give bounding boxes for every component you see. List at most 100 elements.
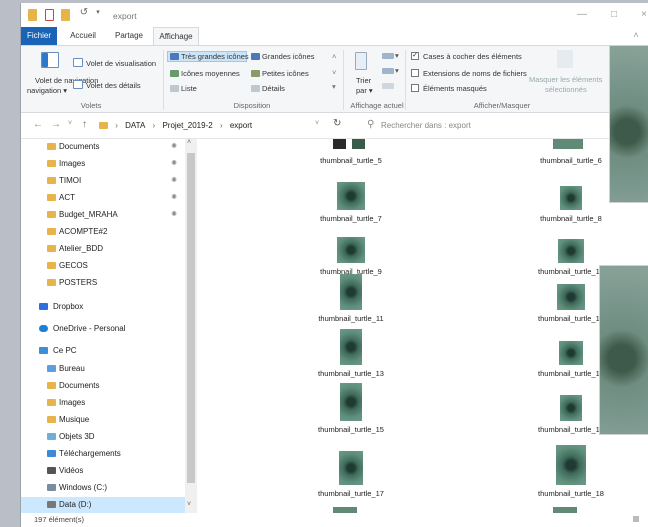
search-input[interactable]: Rechercher dans : export	[381, 121, 471, 130]
thumbnail-image[interactable]	[553, 139, 583, 149]
add-columns-dropdown-icon[interactable]: ▾	[395, 66, 399, 75]
sidebar-item[interactable]: Images	[47, 395, 177, 411]
thumbnail-image[interactable]	[339, 451, 363, 485]
tab-share[interactable]: Partage	[109, 27, 149, 45]
sidebar-item[interactable]: GECOS	[47, 258, 177, 274]
thumbnail-image[interactable]	[557, 284, 585, 310]
pin-icon[interactable]: ✺	[171, 173, 177, 189]
file-name[interactable]: thumbnail_turtle_17	[291, 489, 411, 498]
new-folder-icon[interactable]	[61, 9, 70, 21]
sidebar-item[interactable]: Musique	[47, 412, 177, 428]
file-name[interactable]: thumbnail_turtle_15	[291, 425, 411, 434]
file-name[interactable]: thumbnail_turtle_18	[511, 489, 631, 498]
breadcrumb-item[interactable]: export	[230, 121, 252, 130]
search-box[interactable]: ⚲ Rechercher dans : export	[359, 116, 648, 136]
pin-icon[interactable]: ✺	[171, 207, 177, 223]
sidebar-item[interactable]: POSTERS	[47, 275, 177, 291]
thumbnail-image[interactable]	[333, 139, 365, 149]
sidebar-item[interactable]: ACOMPTE#2	[47, 224, 177, 240]
maximize-icon[interactable]: □	[605, 9, 623, 20]
sidebar-item-dropbox[interactable]: Dropbox	[39, 299, 184, 315]
group-by-icon[interactable]	[382, 53, 394, 59]
sidebar-item[interactable]: Data (D:)	[21, 497, 185, 513]
thumbnail-image[interactable]	[340, 329, 362, 365]
tab-view[interactable]: Affichage	[153, 27, 199, 45]
checkbox-unchecked[interactable]	[411, 69, 419, 77]
tab-home[interactable]: Accueil	[63, 27, 103, 45]
thumbnail-image[interactable]	[340, 383, 362, 421]
thumbnail-image[interactable]	[559, 341, 583, 365]
navigation-pane: Documents ✺ Images ✺ TIMOI ✺ ACT ✺ Budget_MRAHA ✺…	[21, 139, 199, 513]
recent-locations-icon[interactable]: ˅	[68, 120, 72, 127]
sidebar-item-label: GECOS	[59, 261, 88, 270]
sidebar-item[interactable]: Documents	[47, 378, 177, 394]
collapse-ribbon-icon[interactable]: ˄	[627, 30, 645, 40]
sidebar-item[interactable]: Bureau	[47, 361, 177, 377]
nav-pane-scrollbar[interactable]: ˄ ˅	[185, 139, 197, 513]
thumbnail-image[interactable]	[340, 274, 362, 310]
sidebar-item[interactable]: Téléchargements	[47, 446, 177, 462]
sidebar-item[interactable]: TIMOI ✺	[47, 173, 177, 189]
layout-expand-icon[interactable]: ▾	[332, 82, 336, 91]
back-icon[interactable]: ←	[33, 119, 43, 130]
sidebar-item[interactable]: Documents ✺	[47, 139, 177, 155]
sidebar-item[interactable]: Budget_MRAHA ✺	[47, 207, 177, 223]
forward-icon[interactable]: →	[51, 119, 61, 130]
sidebar-item[interactable]: Vidéos	[47, 463, 177, 479]
thumbnail-image[interactable]	[558, 239, 584, 263]
layout-scroll-up-icon[interactable]: ˄	[332, 52, 336, 61]
sidebar-item[interactable]: Objets 3D	[47, 429, 177, 445]
scroll-up-icon[interactable]: ˄	[187, 139, 191, 146]
breadcrumb[interactable]: › DATA › Projet_2019-2 › export	[99, 118, 369, 134]
thumbnail-image[interactable]	[560, 395, 582, 421]
nav-pane-label-2: navigation ▾	[27, 86, 68, 95]
thumbnail-image[interactable]	[556, 445, 586, 485]
address-dropdown-icon[interactable]: ˅	[315, 120, 319, 127]
file-name[interactable]: thumbnail_turtle_8	[511, 214, 631, 223]
sort-by-label: Trier	[356, 76, 372, 85]
tab-file[interactable]: Fichier	[21, 27, 57, 45]
group-by-dropdown-icon[interactable]: ▾	[395, 51, 399, 60]
file-name[interactable]: thumbnail_turtle_7	[291, 214, 411, 223]
thumbnail-image[interactable]	[337, 182, 365, 210]
sidebar-item-label: POSTERS	[59, 278, 98, 287]
breadcrumb-item[interactable]: Projet_2019-2	[162, 121, 212, 130]
sidebar-item-onedrive[interactable]: OneDrive - Personal	[39, 321, 184, 337]
scrollbar-thumb[interactable]	[187, 153, 195, 483]
properties-icon[interactable]	[45, 9, 54, 21]
sidebar-item[interactable]: ACT ✺	[47, 190, 177, 206]
images-folder-icon	[47, 399, 56, 406]
details-view-icon[interactable]	[633, 516, 639, 522]
nav-pane-icon	[41, 52, 59, 68]
scroll-down-icon[interactable]: ˅	[187, 501, 191, 508]
size-columns-icon[interactable]	[382, 83, 394, 89]
hide-selected-label-2: sélectionnés	[545, 85, 587, 94]
checkbox-checked[interactable]: ✓	[411, 52, 419, 60]
file-name[interactable]: thumbnail_turtle_5	[291, 156, 411, 165]
pin-icon[interactable]: ✺	[171, 190, 177, 206]
sidebar-item[interactable]: Atelier_BDD	[47, 241, 177, 257]
layout-option-label: Icônes moyennes	[181, 69, 240, 78]
breadcrumb-item[interactable]: DATA	[125, 121, 145, 130]
sidebar-item[interactable]: Windows (C:)	[47, 480, 177, 496]
close-icon[interactable]: ×	[635, 9, 648, 20]
refresh-icon[interactable]: ↻	[333, 118, 341, 129]
details-pane-label: Volet des détails	[86, 81, 141, 90]
folder-icon	[47, 211, 56, 218]
thumbnail-image[interactable]	[560, 186, 582, 210]
preview-image	[609, 45, 648, 203]
pin-icon[interactable]: ✺	[171, 139, 177, 155]
file-name[interactable]: thumbnail_turtle_13	[291, 369, 411, 378]
add-columns-icon[interactable]	[382, 68, 394, 74]
customize-quick-access-icon[interactable]: ▾	[89, 8, 107, 16]
layout-scroll-down-icon[interactable]: ˅	[332, 68, 336, 77]
file-name[interactable]: thumbnail_turtle_11	[291, 314, 411, 323]
sidebar-item[interactable]: Images ✺	[47, 156, 177, 172]
preview-pane-icon	[73, 58, 83, 67]
thumbnail-image[interactable]	[337, 237, 365, 263]
sidebar-item-this-pc[interactable]: Ce PC	[39, 343, 184, 359]
up-icon[interactable]: ↑	[82, 119, 87, 130]
pin-icon[interactable]: ✺	[171, 156, 177, 172]
checkbox-unchecked[interactable]	[411, 84, 419, 92]
minimize-icon[interactable]: —	[573, 9, 591, 20]
